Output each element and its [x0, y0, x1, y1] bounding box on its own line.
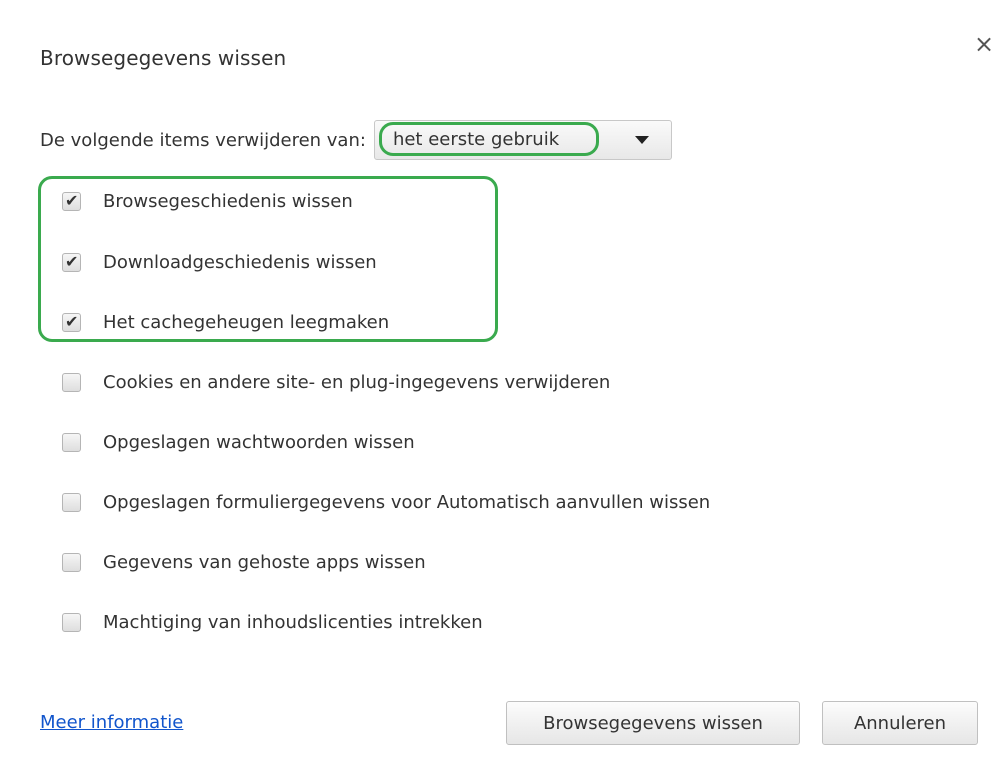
- dropdown-arrow-icon: [634, 136, 649, 144]
- checkbox[interactable]: [62, 432, 81, 452]
- time-range-selected-value: het eerste gebruik: [378, 122, 599, 156]
- time-range-select[interactable]: het eerste gebruik: [373, 120, 672, 160]
- option-hosted-apps[interactable]: Gegevens van gehoste apps wissen: [62, 549, 426, 575]
- option-label: Cookies en andere site- en plug-ingegeve…: [103, 371, 611, 393]
- option-label: Browsegeschiedenis wissen: [103, 190, 353, 212]
- checkbox[interactable]: [62, 372, 81, 392]
- checkbox[interactable]: [62, 492, 81, 512]
- cancel-button[interactable]: Annuleren: [822, 701, 978, 745]
- option-download-history[interactable]: ✔ Downloadgeschiedenis wissen: [62, 249, 377, 275]
- option-autofill[interactable]: Opgeslagen formuliergegevens voor Automa…: [62, 489, 710, 515]
- time-range-row: De volgende items verwijderen van: het e…: [40, 118, 672, 162]
- option-label: Het cachegeheugen leegmaken: [103, 311, 390, 333]
- option-label: Gegevens van gehoste apps wissen: [103, 551, 426, 573]
- option-label: Downloadgeschiedenis wissen: [103, 251, 377, 273]
- checkbox[interactable]: ✔: [62, 190, 81, 211]
- checkbox[interactable]: ✔: [62, 251, 81, 272]
- option-cookies[interactable]: Cookies en andere site- en plug-ingegeve…: [62, 369, 610, 395]
- checkbox[interactable]: ✔: [62, 311, 81, 332]
- option-content-licenses[interactable]: Machtiging van inhoudslicenties intrekke…: [62, 609, 483, 635]
- checkbox[interactable]: [62, 612, 81, 632]
- time-range-label: De volgende items verwijderen van:: [40, 129, 366, 151]
- close-icon[interactable]: ×: [972, 32, 996, 56]
- option-label: Machtiging van inhoudslicenties intrekke…: [103, 611, 483, 633]
- option-passwords[interactable]: Opgeslagen wachtwoorden wissen: [62, 429, 415, 455]
- checkmark-icon: ✔: [65, 251, 79, 271]
- checkmark-icon: ✔: [65, 311, 79, 331]
- option-browsing-history[interactable]: ✔ Browsegeschiedenis wissen: [62, 188, 353, 214]
- dialog-title: Browsegegevens wissen: [40, 46, 287, 70]
- clear-browsing-data-button[interactable]: Browsegegevens wissen: [506, 701, 800, 745]
- clear-browsing-data-dialog: Browsegegevens wissen × De volgende item…: [0, 0, 1000, 767]
- option-label: Opgeslagen wachtwoorden wissen: [103, 431, 415, 453]
- option-label: Opgeslagen formuliergegevens voor Automa…: [103, 491, 711, 513]
- more-info-link[interactable]: Meer informatie: [40, 712, 183, 733]
- checkmark-icon: ✔: [65, 190, 79, 210]
- checkbox[interactable]: [62, 552, 81, 572]
- option-cache[interactable]: ✔ Het cachegeheugen leegmaken: [62, 309, 389, 335]
